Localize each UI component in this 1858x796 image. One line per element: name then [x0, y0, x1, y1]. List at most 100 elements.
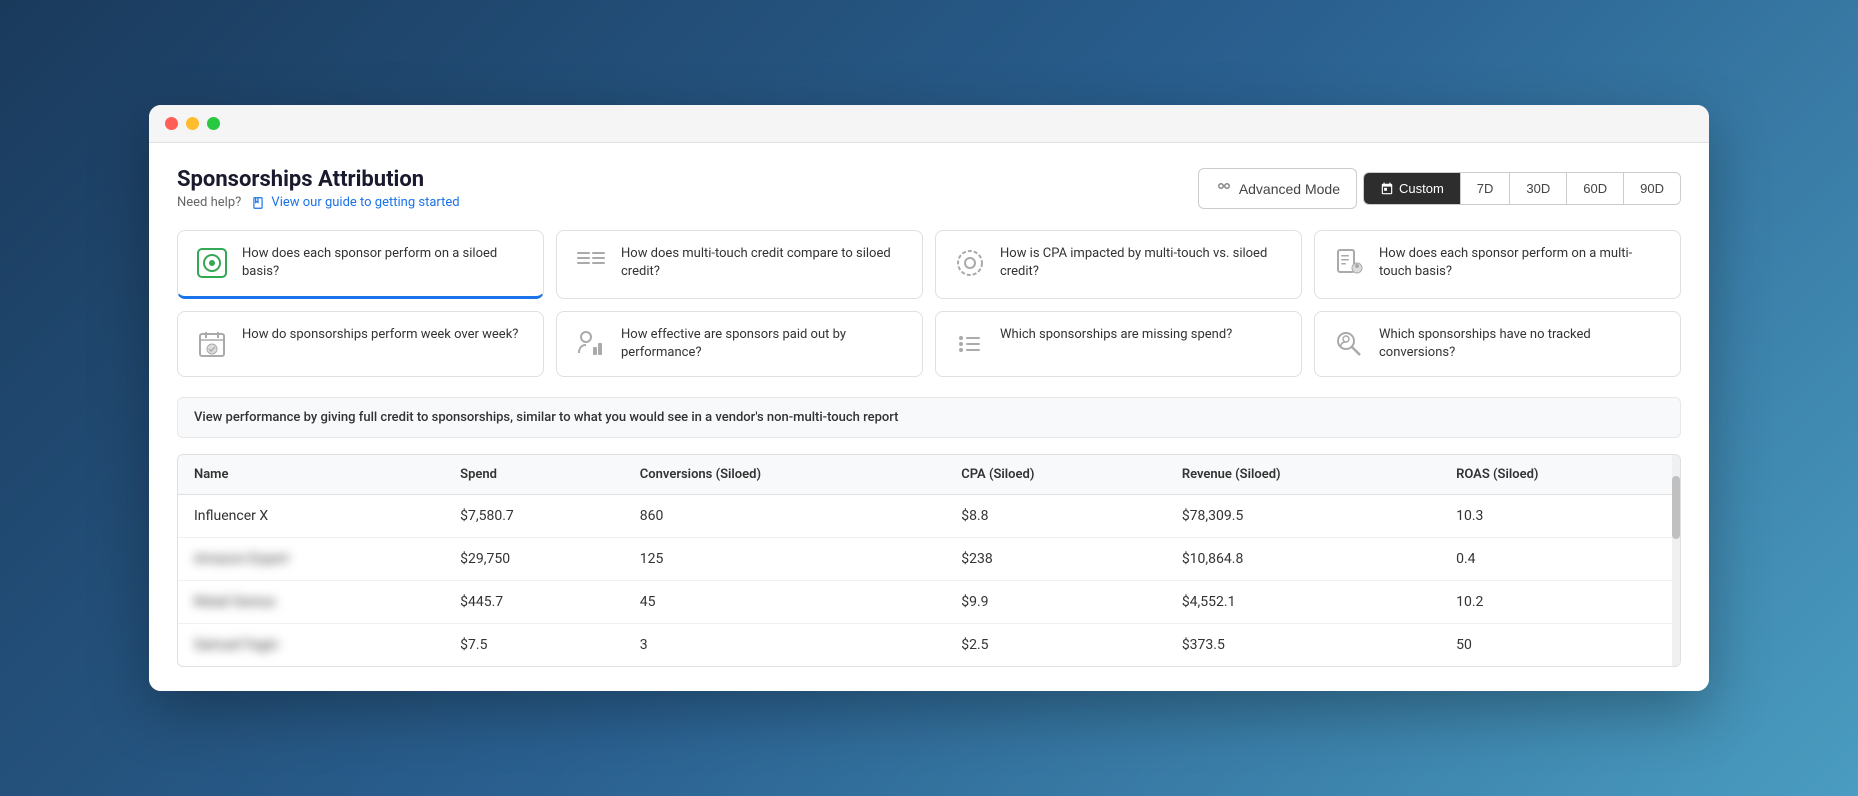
cell-roas: 50	[1440, 623, 1680, 666]
col-name[interactable]: Name	[178, 455, 444, 495]
tab-90d-label: 90D	[1640, 181, 1664, 196]
advanced-mode-label: Advanced Mode	[1239, 181, 1340, 197]
cell-name: Amazon Expert	[178, 537, 444, 580]
help-prefix: Need help?	[177, 195, 241, 210]
question-card-6[interactable]: How effective are sponsors paid out by p…	[556, 311, 923, 377]
missing-spend-icon	[955, 329, 985, 359]
calendar-check-icon	[194, 326, 230, 362]
tab-90d[interactable]: 90D	[1623, 173, 1680, 204]
list-dots-icon	[952, 326, 988, 362]
tab-custom[interactable]: Custom	[1364, 173, 1460, 204]
card-3-text: How is CPA impacted by multi-touch vs. s…	[1000, 245, 1285, 281]
card-7-text: Which sponsorships are missing spend?	[1000, 326, 1232, 344]
question-card-4[interactable]: How does each sponsor perform on a multi…	[1314, 230, 1681, 298]
question-card-2[interactable]: How does multi-touch credit compare to s…	[556, 230, 923, 298]
cell-name: Samuel Fagin	[178, 623, 444, 666]
maximize-dot[interactable]	[207, 117, 220, 130]
tab-7d[interactable]: 7D	[1460, 173, 1510, 204]
cell-revenue: $10,864.8	[1166, 537, 1440, 580]
titlebar	[149, 105, 1709, 143]
col-revenue[interactable]: Revenue (Siloed)	[1166, 455, 1440, 495]
book-icon	[251, 196, 265, 210]
minimize-dot[interactable]	[186, 117, 199, 130]
col-spend[interactable]: Spend	[444, 455, 624, 495]
question-cards: How does each sponsor perform on a siloe…	[177, 230, 1681, 377]
multi-touch-icon	[575, 247, 607, 279]
tab-7d-label: 7D	[1477, 181, 1494, 196]
description-bar: View performance by giving full credit t…	[177, 397, 1681, 438]
card-8-text: Which sponsorships have no tracked conve…	[1379, 326, 1664, 362]
page-title: Sponsorships Attribution	[177, 167, 460, 192]
cell-cpa: $9.9	[945, 580, 1166, 623]
cell-conversions: 3	[624, 623, 945, 666]
tab-60d[interactable]: 60D	[1566, 173, 1623, 204]
performance-payout-icon	[576, 329, 606, 359]
person-graph-icon	[573, 326, 609, 362]
card-6-text: How effective are sponsors paid out by p…	[621, 326, 906, 362]
col-conversions[interactable]: Conversions (Siloed)	[624, 455, 945, 495]
cell-spend: $7.5	[444, 623, 624, 666]
date-tabs: Custom 7D 30D 60D 90D	[1363, 172, 1681, 205]
table-row: Influencer X$7,580.7860$8.8$78,309.510.3	[178, 494, 1680, 537]
no-conversions-icon	[1334, 329, 1364, 359]
target-icon	[194, 245, 230, 281]
col-roas[interactable]: ROAS (Siloed)	[1440, 455, 1680, 495]
question-card-3[interactable]: How is CPA impacted by multi-touch vs. s…	[935, 230, 1302, 298]
table-row: Amazon Expert$29,750125$238$10,864.80.4	[178, 537, 1680, 580]
scrollbar-track[interactable]	[1672, 455, 1680, 666]
cell-spend: $29,750	[444, 537, 624, 580]
search-person-icon	[1331, 326, 1367, 362]
doc-person-icon	[1331, 245, 1367, 281]
cell-conversions: 125	[624, 537, 945, 580]
sponsor-siloed-icon	[196, 247, 228, 279]
cell-revenue: $373.5	[1166, 623, 1440, 666]
table-body: Influencer X$7,580.7860$8.8$78,309.510.3…	[178, 494, 1680, 666]
cell-conversions: 45	[624, 580, 945, 623]
col-cpa[interactable]: CPA (Siloed)	[945, 455, 1166, 495]
cell-name: Influencer X	[178, 494, 444, 537]
cell-spend: $7,580.7	[444, 494, 624, 537]
cell-cpa: $2.5	[945, 623, 1166, 666]
cell-conversions: 860	[624, 494, 945, 537]
help-link[interactable]: View our guide to getting started	[271, 195, 459, 210]
table-row: Samuel Fagin$7.53$2.5$373.550	[178, 623, 1680, 666]
description-text: View performance by giving full credit t…	[194, 410, 899, 425]
main-content: Sponsorships Attribution Need help? View…	[149, 143, 1709, 691]
card-4-text: How does each sponsor perform on a multi…	[1379, 245, 1664, 281]
calendar-icon	[1380, 182, 1394, 196]
close-dot[interactable]	[165, 117, 178, 130]
card-1-text: How does each sponsor perform on a siloe…	[242, 245, 527, 281]
tab-30d[interactable]: 30D	[1509, 173, 1566, 204]
question-card-1[interactable]: How does each sponsor perform on a siloe…	[177, 230, 544, 298]
tab-custom-label: Custom	[1399, 181, 1444, 196]
cell-cpa: $8.8	[945, 494, 1166, 537]
multi-touch-basis-icon	[1334, 248, 1364, 278]
cell-roas: 10.3	[1440, 494, 1680, 537]
cell-roas: 10.2	[1440, 580, 1680, 623]
cell-cpa: $238	[945, 537, 1166, 580]
card-2-text: How does multi-touch credit compare to s…	[621, 245, 906, 281]
data-table-wrapper: Name Spend Conversions (Siloed) CPA (Sil…	[177, 454, 1681, 667]
link-icon	[1215, 177, 1233, 195]
app-window: Sponsorships Attribution Need help? View…	[149, 105, 1709, 691]
advanced-mode-button[interactable]: Advanced Mode	[1198, 168, 1357, 209]
scrollbar-thumb[interactable]	[1672, 476, 1680, 539]
card-5-text: How do sponsorships perform week over we…	[242, 326, 518, 344]
tab-30d-label: 30D	[1526, 181, 1550, 196]
header-controls: Advanced Mode Custom 7D 30D 60D	[1198, 168, 1681, 209]
question-card-8[interactable]: Which sponsorships have no tracked conve…	[1314, 311, 1681, 377]
gear-circle-icon	[952, 245, 988, 281]
help-text: Need help? View our guide to getting sta…	[177, 195, 460, 210]
question-card-7[interactable]: Which sponsorships are missing spend?	[935, 311, 1302, 377]
cell-revenue: $4,552.1	[1166, 580, 1440, 623]
question-card-5[interactable]: How do sponsorships perform week over we…	[177, 311, 544, 377]
table-row: Retail Genius$445.745$9.9$4,552.110.2	[178, 580, 1680, 623]
cell-name: Retail Genius	[178, 580, 444, 623]
cpa-icon	[954, 247, 986, 279]
page-header: Sponsorships Attribution Need help? View…	[177, 167, 1681, 210]
cell-spend: $445.7	[444, 580, 624, 623]
page-title-block: Sponsorships Attribution Need help? View…	[177, 167, 460, 210]
week-over-week-icon	[197, 329, 227, 359]
list-compare-icon	[573, 245, 609, 281]
data-table: Name Spend Conversions (Siloed) CPA (Sil…	[178, 455, 1680, 666]
